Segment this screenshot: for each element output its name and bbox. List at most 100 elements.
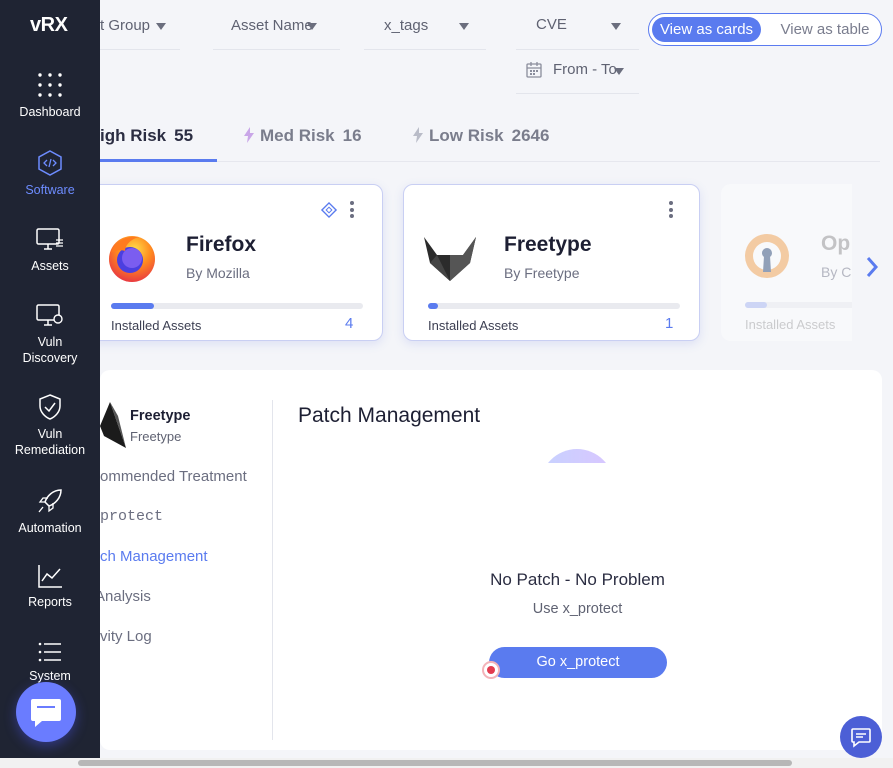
nav-vuln-discovery[interactable]: Vuln Discovery [0,304,100,366]
lightning-icon [413,127,423,143]
nav-reports[interactable]: Reports [0,564,100,610]
tab-label: Low Risk [429,126,504,145]
chevron-down-icon [611,23,621,30]
software-card-freetype[interactable]: Freetype By Freetype Installed Assets 1 [403,184,700,341]
chat-bubble-icon [31,699,61,727]
nav-automation[interactable]: Automation [0,488,100,536]
menu-recommended-treatment[interactable]: ommended Treatment [100,468,247,485]
date-range-label: From - To [553,61,617,78]
tab-count: 2646 [511,126,550,145]
lightning-icon [244,127,254,143]
asset-name-label: Asset Name [231,17,313,34]
nav-vuln-remediation[interactable]: Vuln Remediation [0,394,100,458]
asset-name-filter[interactable]: Asset Name [213,12,340,50]
chat-icon [851,728,871,748]
rocket-icon [38,489,62,513]
tab-label: igh Risk [100,126,167,145]
card-vendor: By C [821,264,852,280]
menu-activity-log[interactable]: vity Log [100,628,152,645]
nav-label: Vuln [37,335,63,349]
empty-state-subtitle: Use x_protect [532,601,623,617]
cve-filter[interactable]: CVE [516,12,639,50]
chart-line-icon [38,565,62,588]
diamond-icon[interactable] [320,201,338,219]
horizontal-scrollbar[interactable] [0,758,893,768]
menu-x-protect[interactable]: protect [100,508,163,525]
scrollbar-thumb[interactable] [78,760,792,766]
menu-analysis[interactable]: Analysis [95,588,151,605]
freetype-logo-small [100,402,126,448]
installed-assets-count[interactable]: 1 [665,315,673,332]
openvpn-logo [745,234,789,278]
cursor-indicator [482,661,500,679]
freetype-logo [424,237,476,281]
nav-label-line2: Discovery [22,351,78,365]
nav-label: Automation [18,521,82,535]
help-chat-button[interactable] [840,716,882,758]
installed-assets-label: Installed Assets [745,317,836,332]
group-filter-label: t Group [100,17,151,34]
software-detail-panel [100,370,882,750]
empty-state-illustration [540,449,614,463]
panel-divider [272,400,273,740]
firefox-logo [109,236,155,282]
nav-assets[interactable]: Assets [0,228,100,274]
nav-software[interactable]: Software [0,150,100,198]
tab-high-risk[interactable]: igh Risk 55 [100,126,193,146]
shield-check-icon [39,394,61,420]
installed-progress-bar [428,303,680,309]
view-as-cards-button[interactable]: View as cards [652,17,761,42]
chevron-right-icon[interactable] [864,255,880,279]
card-vendor: By Freetype [504,265,580,281]
tab-label: Med Risk [260,126,335,145]
nav-label: Assets [31,259,69,273]
dots-grid-icon [38,73,62,97]
tab-med-risk[interactable]: Med Risk 16 [244,126,362,146]
tags-label: x_tags [384,17,429,34]
date-range-filter[interactable]: From - To [516,56,639,94]
nav-label-line2: Remediation [14,443,86,457]
nav-dashboard[interactable]: Dashboard [0,72,100,120]
card-title: Freetype [504,233,592,256]
vrx-logo: vRX [30,14,68,36]
tabs-divider [100,161,880,162]
go-x-protect-button[interactable]: Go x_protect [489,647,667,678]
tab-count: 55 [174,126,194,145]
kebab-menu-icon[interactable] [669,201,673,221]
monitor-stack-icon [36,228,63,250]
view-toggle: View as cards View as table [648,13,882,46]
progress-fill [428,303,439,309]
page-title: Patch Management [298,404,481,427]
installed-assets-label: Installed Assets [428,318,519,333]
support-chat-button[interactable] [16,682,76,742]
code-hexagon-icon [38,150,62,176]
view-as-table-button[interactable]: View as table [773,17,877,42]
installed-progress-bar [745,302,852,308]
menu-patch-management[interactable]: ch Management [100,548,208,565]
card-title: Firefox [186,233,257,256]
cve-label: CVE [536,16,567,33]
active-tab-underline [100,159,217,162]
group-filter[interactable]: t Group [100,12,180,50]
sidebar: vRX Dashboard Software Assets Vuln Disco… [0,0,100,758]
detail-app-name: Freetype [130,408,191,424]
empty-state-title: No Patch - No Problem [490,570,665,589]
nav-label: Reports [28,595,72,609]
nav-label: Software [25,183,75,197]
tab-count: 16 [342,126,362,145]
kebab-menu-icon[interactable] [350,201,354,221]
installed-progress-bar [111,303,363,309]
software-card-openvpn[interactable]: Op By C Installed Assets [721,184,852,341]
progress-fill [745,302,767,308]
installed-assets-count[interactable]: 4 [345,315,353,332]
list-icon [38,642,61,662]
nav-label: Vuln [37,427,63,441]
tab-low-risk[interactable]: Low Risk 2646 [413,126,549,146]
nav-label: Dashboard [19,105,81,119]
calendar-icon [526,62,542,78]
software-card-firefox[interactable]: Firefox By Mozilla Installed Assets 4 [86,184,383,341]
nav-system[interactable]: System [0,642,100,684]
installed-assets-label: Installed Assets [111,318,202,333]
tags-filter[interactable]: x_tags [364,12,486,50]
monitor-search-icon [36,304,63,326]
